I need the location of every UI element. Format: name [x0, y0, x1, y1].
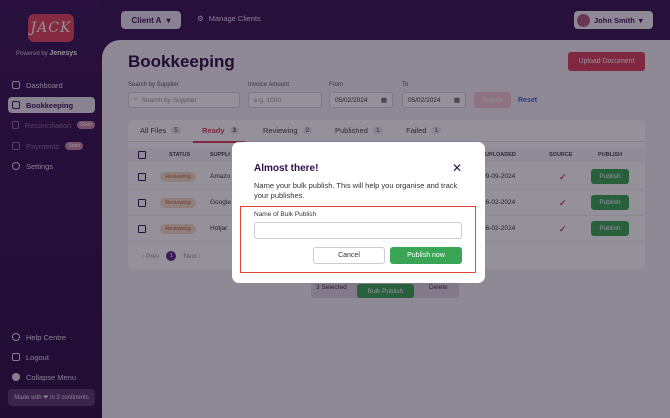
bulk-publish-modal: Almost there! ✕ Name your bulk publish. … — [232, 142, 485, 283]
modal-description: Name your bulk publish. This will help y… — [254, 181, 458, 200]
close-icon[interactable]: ✕ — [452, 161, 462, 175]
publish-now-button[interactable]: Publish now — [390, 247, 462, 264]
cancel-button[interactable]: Cancel — [313, 247, 385, 264]
bulk-name-input[interactable] — [254, 222, 462, 239]
modal-title: Almost there! — [254, 163, 319, 174]
bulk-name-label: Name of Bulk Publish — [254, 211, 317, 218]
